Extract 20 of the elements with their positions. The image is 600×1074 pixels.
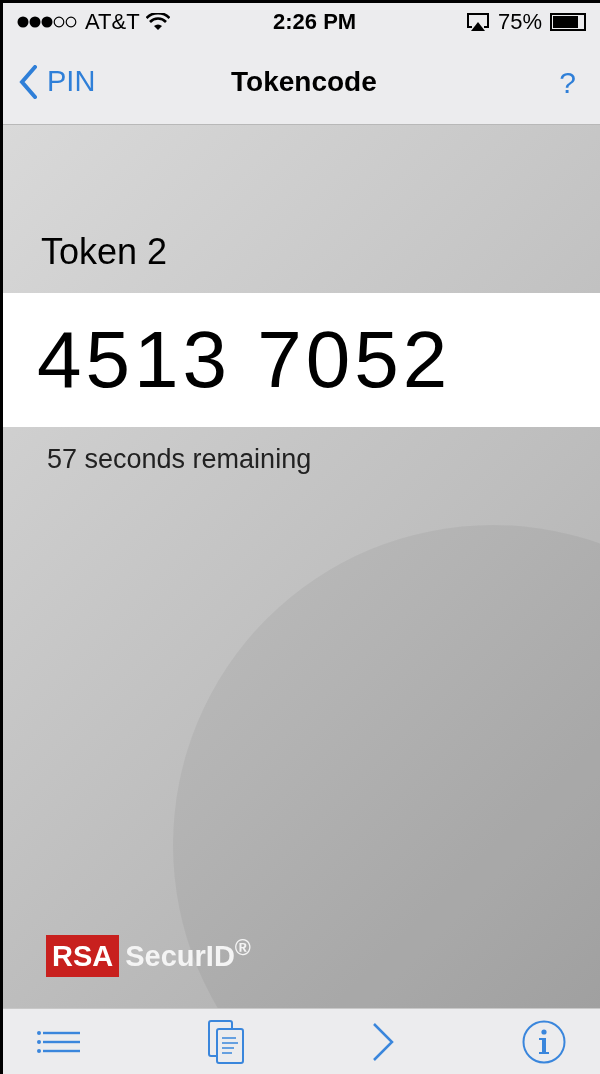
airplay-icon: [465, 11, 490, 32]
chevron-left-icon: [19, 65, 37, 99]
logo-mark: RSA: [46, 935, 120, 978]
tokencode-value: 4513 7052: [37, 314, 452, 406]
screen-title: Tokencode: [231, 65, 377, 99]
wifi-icon: [145, 12, 170, 31]
token-name: Token 2: [41, 230, 169, 274]
copy-icon[interactable]: [208, 1019, 244, 1064]
info-icon[interactable]: [522, 1019, 566, 1064]
chevron-right-icon[interactable]: [371, 1021, 395, 1062]
status-time: 2:26 PM: [273, 8, 357, 36]
logo-name: SecurID$^{®}$: [125, 934, 251, 974]
battery-icon: [550, 12, 586, 31]
time-remaining: 57 seconds remaining: [47, 443, 313, 476]
list-icon[interactable]: [37, 1030, 81, 1053]
carrier-name: AT&T: [85, 8, 140, 36]
battery-percentage: 75%: [497, 8, 542, 36]
back-button[interactable]: PIN: [19, 60, 96, 104]
help-button[interactable]: ?: [559, 59, 584, 105]
signal-strength-icon: [17, 15, 79, 28]
